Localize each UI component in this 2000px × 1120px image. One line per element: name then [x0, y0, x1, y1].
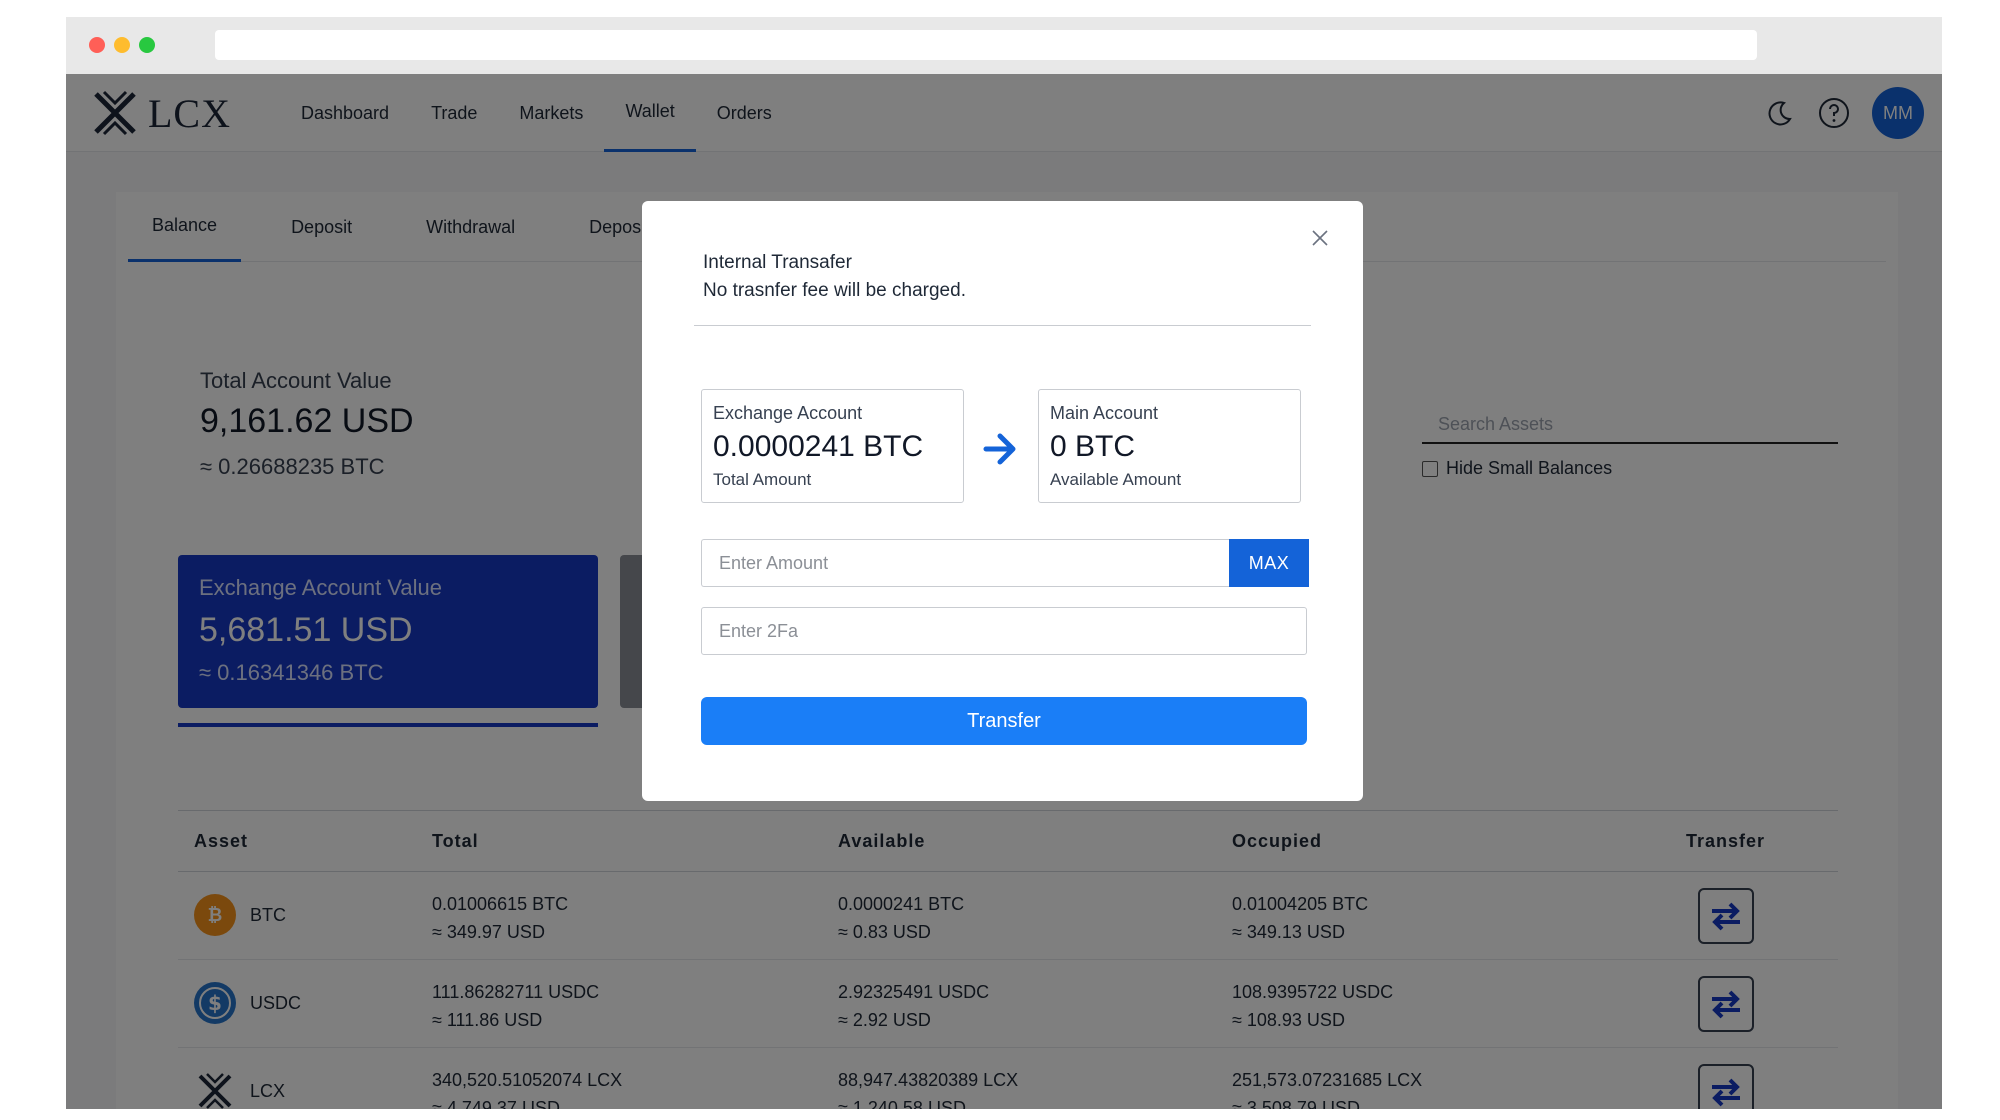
to-account-box: Main Account 0 BTC Available Amount [1038, 389, 1301, 503]
from-account-value: 0.0000241 BTC [713, 430, 924, 463]
from-account-box: Exchange Account 0.0000241 BTC Total Amo… [701, 389, 964, 503]
from-account-name: Exchange Account [713, 403, 863, 423]
maximize-window-dot[interactable] [139, 37, 155, 53]
close-icon [1312, 230, 1328, 246]
arrow-right-icon [983, 433, 1016, 465]
browser-chrome [66, 17, 1942, 74]
modal-divider [694, 325, 1311, 326]
transfer-submit-button[interactable]: Transfer [701, 697, 1307, 745]
close-modal-button[interactable] [1307, 225, 1333, 251]
modal-title: Internal Transafer [703, 252, 852, 273]
amount-input[interactable] [701, 539, 1229, 587]
to-account-value: 0 BTC [1050, 430, 1136, 463]
internal-transfer-modal: Internal Transafer No trasnfer fee will … [642, 201, 1363, 801]
address-bar[interactable] [215, 30, 1757, 60]
twofa-input[interactable] [701, 607, 1307, 655]
close-window-dot[interactable] [89, 37, 105, 53]
to-account-caption: Available Amount [1050, 470, 1182, 489]
minimize-window-dot[interactable] [114, 37, 130, 53]
from-account-caption: Total Amount [713, 470, 812, 489]
browser-window: LCX Dashboard Trade Markets Wallet Order… [66, 17, 1942, 1109]
max-button[interactable]: MAX [1229, 539, 1309, 587]
to-account-name: Main Account [1050, 403, 1159, 423]
modal-subtitle: No trasnfer fee will be charged. [703, 280, 966, 301]
